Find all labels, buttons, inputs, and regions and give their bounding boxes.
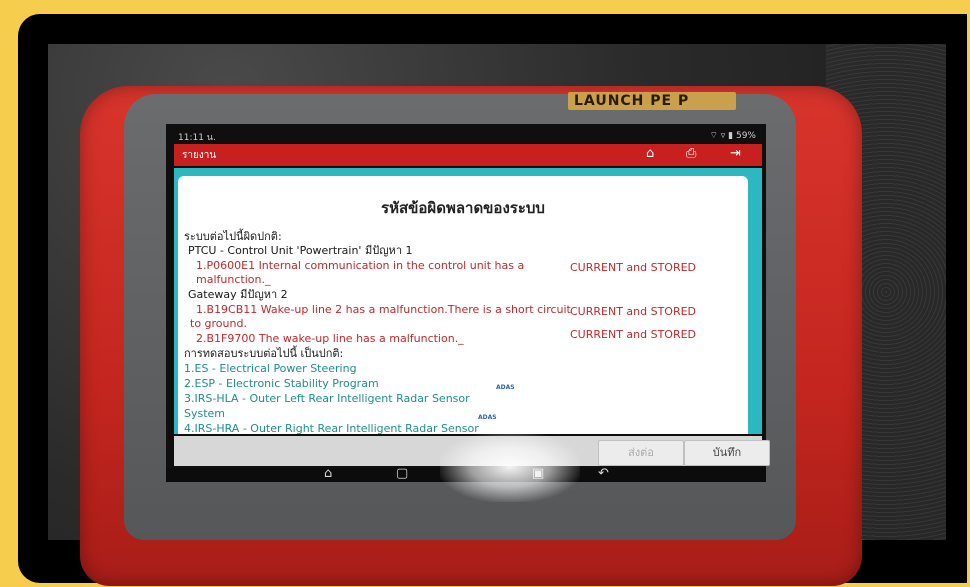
nav-recent-icon[interactable]: ▢ [396,466,408,481]
normal-heading: การทดสอบระบบต่อไปนี้ เป็นปกติ: [184,347,344,360]
app-header: รายงาน ⌂ ⎙ ⇥ [174,144,762,166]
normal-system-item: 3.IRS-HLA - Outer Left Rear Intelligent … [184,392,470,405]
back-icon[interactable]: ↶ [598,466,609,481]
fault-status: CURRENT and STORED [570,261,697,274]
adas-badge: ADAS [478,414,497,421]
abnormal-heading: ระบบต่อไปนี้ผิดปกติ: [184,230,282,243]
nav-home-icon[interactable]: ⌂ [324,466,332,481]
tablet-screen: 11:11 น. ⌔ ▿ ▮ 59% รายงาน ⌂ ⎙ ⇥ รหัสข้อผ… [166,124,770,482]
status-time: 11:11 น. [178,133,216,143]
home-icon[interactable]: ⌂ [646,146,654,161]
report-title: รหัสข้อผิดพลาดของระบบ [381,199,545,217]
print-icon[interactable]: ⎙ [686,146,696,161]
normal-system-item: System [184,407,226,420]
status-bar: 11:11 น. ⌔ ▿ ▮ 59% [166,124,766,144]
send-button[interactable]: ส่งต่อ [598,440,684,466]
content-area: รหัสข้อผิดพลาดของระบบ ระบบต่อไปนี้ผิดปกต… [174,168,762,434]
adas-badge: ADAS [496,384,515,391]
normal-system-item: 4.IRS-HRA - Outer Right Rear Intelligent… [184,422,479,434]
save-button[interactable]: บันทึก [684,440,770,466]
report-card: รหัสข้อผิดพลาดของระบบ ระบบต่อไปนี้ผิดปกต… [178,176,748,434]
page-title: รายงาน [182,150,217,161]
system-name: PTCU - Control Unit 'Powertrain' มีปัญหา… [188,244,413,257]
fault-status: CURRENT and STORED [570,305,697,318]
exit-icon[interactable]: ⇥ [730,146,741,161]
normal-system-item: 1.ES - Electrical Power Steering [184,362,357,375]
android-nav-bar: ⌂ ▢ ▣ ↶ [166,466,766,482]
fault-code-line: malfunction._ [196,273,271,286]
launch-brand-logo: LAUNCH PE P [568,92,736,110]
system-name: Gateway มีปัญหา 2 [188,288,288,301]
wifi-icon: ⌔ ▿ ▮ [709,131,734,141]
screenshot-icon[interactable]: ▣ [532,466,544,481]
fault-code-line: 1.P0600E1 Internal communication in the … [196,259,525,272]
fault-code-line: to ground. [190,317,247,330]
status-battery: ⌔ ▿ ▮ 59% [709,131,756,141]
fault-code-line: 1.B19CB11 Wake-up line 2 has a malfuncti… [196,303,571,316]
fault-status: CURRENT and STORED [570,328,697,341]
button-bar: ส่งต่อ บันทึก [174,436,770,466]
fault-code-line: 2.B1F9700 The wake-up line has a malfunc… [196,332,464,345]
normal-system-item: 2.ESP - Electronic Stability Program [184,377,379,390]
